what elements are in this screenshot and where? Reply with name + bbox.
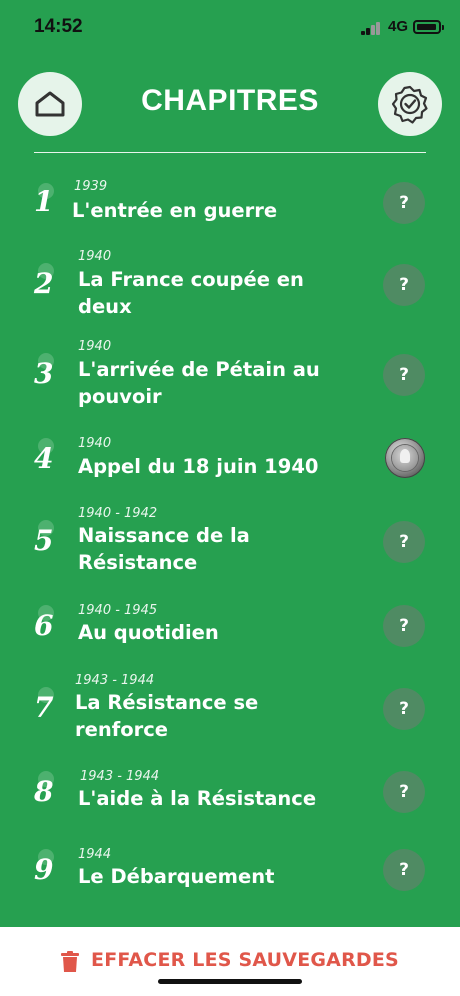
- locked-status-icon: ?: [383, 354, 425, 396]
- locked-status-icon: ?: [383, 264, 425, 306]
- chapter-date: 1940 - 1945: [78, 603, 158, 618]
- clear-saves-label: EFFACER LES SAUVEGARDES: [91, 949, 399, 971]
- chapter-number: 8: [34, 775, 54, 808]
- chapter-title: L'arrivée de Pétain au pouvoir: [78, 358, 320, 408]
- locked-status-icon: ?: [383, 605, 425, 647]
- chapter-title: La France coupée en deux: [78, 268, 304, 318]
- chapter-date: 1939: [74, 179, 108, 194]
- chapter-number: 4: [34, 442, 54, 475]
- chapter-date: 1940: [78, 436, 112, 451]
- chapter-number: 7: [34, 691, 54, 724]
- chapter-title: L'entrée en guerre: [72, 199, 278, 222]
- locked-status-icon: ?: [383, 771, 425, 813]
- chapter-number: 6: [34, 609, 54, 642]
- chapter-number: 1: [34, 185, 54, 218]
- home-indicator: [158, 979, 302, 984]
- chapter-date: 1940: [78, 339, 112, 354]
- locked-status-icon: ?: [383, 688, 425, 730]
- clear-saves-button[interactable]: EFFACER LES SAUVEGARDES: [0, 927, 460, 996]
- status-time: 14:52: [34, 16, 83, 37]
- chapter-item-1[interactable]: 1 1939 L'entrée en guerre ?: [0, 175, 460, 235]
- battery-icon: [413, 20, 444, 34]
- chapter-item-8[interactable]: 8 1943 - 1944 L'aide à la Résistance ?: [0, 763, 460, 823]
- chapter-number: 3: [34, 357, 54, 390]
- chapter-number: 9: [34, 853, 54, 886]
- chapter-title: Le Débarquement: [78, 865, 275, 888]
- chapter-title: Appel du 18 juin 1940: [78, 455, 319, 478]
- bottom-bar: EFFACER LES SAUVEGARDES: [0, 927, 460, 996]
- chapter-title: Au quotidien: [78, 621, 219, 644]
- badge-check-icon: [391, 85, 428, 124]
- chapter-item-5[interactable]: 5 1940 - 1942 Naissance de la Résistance…: [0, 500, 460, 580]
- chapter-number: 2: [34, 267, 54, 300]
- chapter-date: 1940 - 1942: [78, 506, 158, 521]
- network-label: 4G: [388, 18, 409, 35]
- medal-icon: [385, 438, 425, 478]
- chapter-title: La Résistance se renforce: [75, 691, 259, 741]
- locked-status-icon: ?: [383, 521, 425, 563]
- chapter-item-9[interactable]: 9 1944 Le Débarquement ?: [0, 841, 460, 901]
- chapter-number: 5: [34, 524, 54, 557]
- achievements-button[interactable]: [378, 72, 442, 136]
- locked-status-icon: ?: [383, 849, 425, 891]
- chapter-item-6[interactable]: 6 1940 - 1945 Au quotidien ?: [0, 597, 460, 657]
- trash-icon: [61, 951, 80, 972]
- chapter-date: 1943 - 1944: [75, 673, 155, 688]
- chapter-item-2[interactable]: 2 1940 La France coupée en deux ?: [0, 245, 460, 325]
- chapter-item-3[interactable]: 3 1940 L'arrivée de Pétain au pouvoir ?: [0, 335, 460, 415]
- chapter-item-4[interactable]: 4 1940 Appel du 18 juin 1940: [0, 430, 460, 490]
- locked-status-icon: ?: [383, 182, 425, 224]
- signal-icon: [361, 22, 383, 35]
- header-divider: [34, 152, 426, 153]
- chapter-date: 1943 - 1944: [80, 769, 160, 784]
- chapter-item-7[interactable]: 7 1943 - 1944 La Résistance se renforce …: [0, 667, 460, 747]
- chapter-date: 1944: [78, 847, 112, 862]
- status-bar: 14:52 4G: [0, 0, 460, 58]
- chapter-date: 1940: [78, 249, 112, 264]
- chapter-title: Naissance de la Résistance: [78, 524, 250, 574]
- chapter-title: L'aide à la Résistance: [78, 787, 317, 810]
